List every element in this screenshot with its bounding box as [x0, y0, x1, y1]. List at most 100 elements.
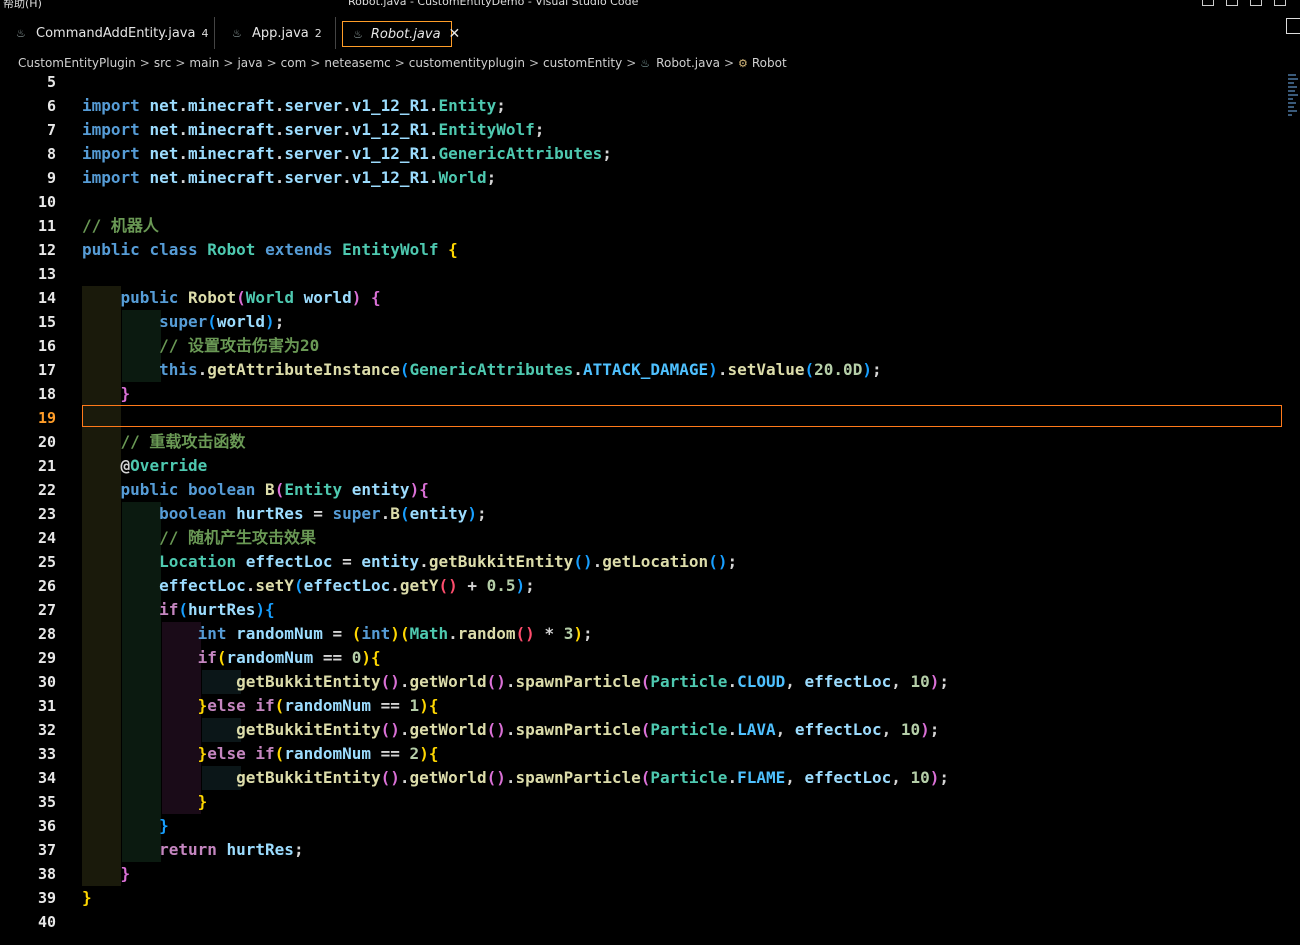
- line-number: 30: [37, 673, 56, 691]
- code-line[interactable]: 32 getBukkitEntity().getWorld().spawnPar…: [0, 718, 1290, 742]
- code-token: .: [592, 552, 603, 571]
- code-line[interactable]: 26 effectLoc.setY(effectLoc.getY() + 0.5…: [0, 574, 1290, 598]
- code-line[interactable]: 30 getBukkitEntity().getWorld().spawnPar…: [0, 670, 1290, 694]
- tab-command-add-entity[interactable]: ♨ CommandAddEntity.java 4: [0, 17, 215, 49]
- line-number: 32: [37, 721, 56, 739]
- code-token: Location: [159, 552, 237, 571]
- code-token: ;: [727, 552, 738, 571]
- toggle-panel-icon[interactable]: [1226, 0, 1238, 6]
- code-line[interactable]: 40: [0, 910, 1290, 934]
- breadcrumb-item[interactable]: customEntity: [543, 56, 622, 70]
- code-line[interactable]: 34 getBukkitEntity().getWorld().spawnPar…: [0, 766, 1290, 790]
- code-line[interactable]: 5: [0, 70, 1290, 94]
- code-token: v1_12_R1: [351, 96, 429, 115]
- customize-layout-icon[interactable]: [1274, 0, 1286, 6]
- code-line[interactable]: 7 import net.minecraft.server.v1_12_R1.En…: [0, 118, 1290, 142]
- code-line[interactable]: 20 // 重载攻击函数: [0, 430, 1290, 454]
- code-token: net: [149, 144, 179, 163]
- code-line[interactable]: 17 this.getAttributeInstance(GenericAttr…: [0, 358, 1290, 382]
- code-line[interactable]: 8 import net.minecraft.server.v1_12_R1.Ge…: [0, 142, 1290, 166]
- code-token: (: [399, 624, 410, 643]
- code-line[interactable]: 21 @Override: [0, 454, 1290, 478]
- code-line[interactable]: 13: [0, 262, 1290, 286]
- breadcrumb-item[interactable]: Robot: [752, 56, 787, 70]
- code-editor[interactable]: 5 6 import net.minecraft.server.v1_12_R1.E…: [0, 70, 1290, 945]
- code-token: entity: [351, 480, 410, 499]
- code-line[interactable]: 33 }else if(randomNum == 2){: [0, 742, 1290, 766]
- line-number: 18: [37, 385, 56, 403]
- code-token: ,: [891, 768, 911, 787]
- code-line[interactable]: 25 Location effectLoc = entity.getBukkit…: [0, 550, 1290, 574]
- code-line[interactable]: 27 if(hurtRes){: [0, 598, 1290, 622]
- breadcrumb-item[interactable]: customentityplugin: [409, 56, 525, 70]
- code-line[interactable]: 11 // 机器人: [0, 214, 1290, 238]
- code-token: ;: [602, 144, 612, 163]
- code-token: (): [486, 768, 506, 787]
- code-line[interactable]: 19: [0, 406, 1290, 430]
- editor-actions-icon[interactable]: [1286, 18, 1300, 34]
- code-line[interactable]: 38 }: [0, 862, 1290, 886]
- code-token: minecraft: [187, 168, 275, 187]
- code-line[interactable]: 22 public boolean B(Entity entity){: [0, 478, 1290, 502]
- breadcrumb-item[interactable]: neteasemc: [324, 56, 390, 70]
- code-line[interactable]: 37 return hurtRes;: [0, 838, 1290, 862]
- line-number: 40: [37, 913, 56, 931]
- code-token: else: [207, 744, 246, 763]
- code-line[interactable]: 29 if(randomNum == 0){: [0, 646, 1290, 670]
- line-number: 8: [46, 145, 56, 163]
- code-line[interactable]: 6 import net.minecraft.server.v1_12_R1.En…: [0, 94, 1290, 118]
- breadcrumb-item[interactable]: main: [189, 56, 219, 70]
- code-token: }: [82, 888, 92, 907]
- toggle-sidebar-icon[interactable]: [1202, 0, 1214, 6]
- code-token: effectLoc: [303, 576, 391, 595]
- chevron-right-icon: >: [528, 56, 539, 70]
- minimap[interactable]: [1288, 72, 1300, 152]
- code-line[interactable]: 28 int randomNum = (int)(Math.random() *…: [0, 622, 1290, 646]
- code-token: ==: [313, 648, 352, 667]
- code-line[interactable]: 10: [0, 190, 1290, 214]
- line-code: public boolean B(Entity entity){: [82, 478, 429, 502]
- breadcrumb-item[interactable]: java: [237, 56, 262, 70]
- breadcrumb-item[interactable]: src: [154, 56, 172, 70]
- code-token: hurtRes: [226, 840, 294, 859]
- code-line[interactable]: 39}: [0, 886, 1290, 910]
- code-token: ): [467, 504, 478, 523]
- code-token: ): [419, 744, 429, 763]
- code-token: (: [640, 672, 651, 691]
- chevron-right-icon: >: [723, 56, 734, 70]
- line-code: public class Robot extends EntityWolf {: [82, 238, 458, 262]
- breadcrumb-item[interactable]: com: [281, 56, 307, 70]
- breadcrumb-item[interactable]: CustomEntityPlugin: [18, 56, 136, 70]
- line-code: getBukkitEntity().getWorld().spawnPartic…: [82, 670, 949, 694]
- code-token: else: [207, 696, 246, 715]
- code-token: (: [178, 600, 188, 619]
- close-icon[interactable]: ✕: [449, 26, 461, 42]
- code-line[interactable]: 23 boolean hurtRes = super.B(entity);: [0, 502, 1290, 526]
- menu-help[interactable]: 帮助(H): [3, 0, 42, 9]
- code-line[interactable]: 24 // 随机产生攻击效果: [0, 526, 1290, 550]
- toggle-secondary-sidebar-icon[interactable]: [1250, 0, 1262, 6]
- code-line[interactable]: 35 }: [0, 790, 1290, 814]
- code-line[interactable]: 36 }: [0, 814, 1290, 838]
- line-code: // 机器人: [82, 214, 159, 238]
- tab-app[interactable]: ♨ App.java 2: [216, 17, 336, 49]
- tab-robot[interactable]: ♨ Robot.java ✕: [342, 21, 460, 47]
- code-token: .: [727, 672, 738, 691]
- code-token: getWorld: [409, 720, 487, 739]
- code-line[interactable]: 15 super(world);: [0, 310, 1290, 334]
- breadcrumb-item[interactable]: Robot.java: [656, 56, 720, 70]
- code-token: Override: [130, 456, 208, 475]
- code-line[interactable]: 14 public Robot(World world) {: [0, 286, 1290, 310]
- code-line[interactable]: 12 public class Robot extends EntityWolf …: [0, 238, 1290, 262]
- code-line[interactable]: 16 // 设置攻击伤害为20: [0, 334, 1290, 358]
- code-line[interactable]: 18 }: [0, 382, 1290, 406]
- code-line[interactable]: 9 import net.minecraft.server.v1_12_R1.Wo…: [0, 166, 1290, 190]
- code-token: (): [515, 624, 535, 643]
- code-token: 10: [910, 672, 930, 691]
- code-line[interactable]: 31 }else if(randomNum == 1){: [0, 694, 1290, 718]
- code-token: 0: [351, 648, 362, 667]
